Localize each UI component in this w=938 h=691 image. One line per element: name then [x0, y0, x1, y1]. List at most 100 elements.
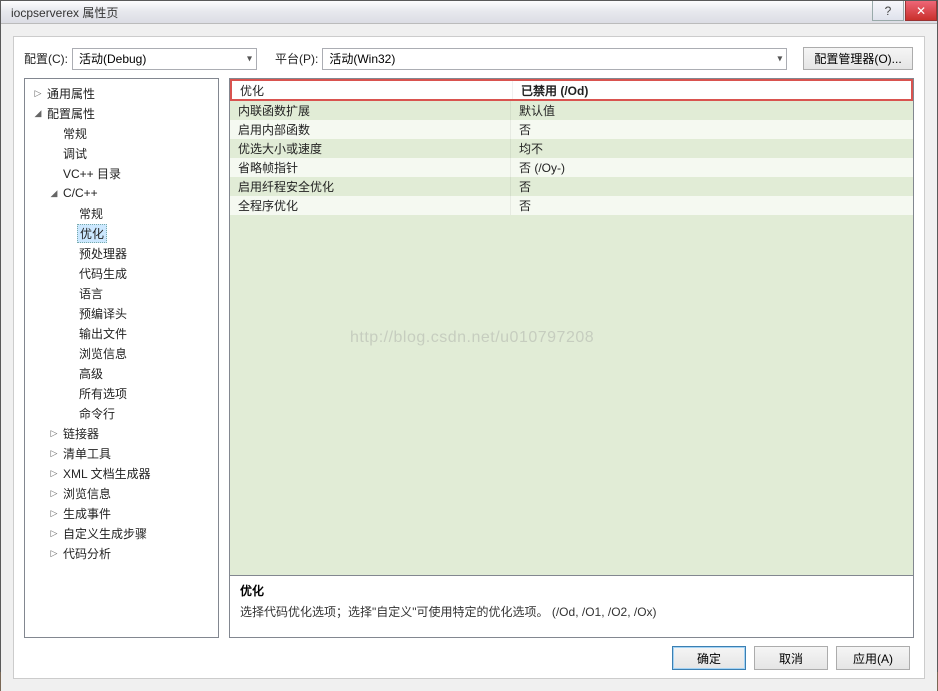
tree-item-label: 链接器: [61, 425, 101, 442]
grid-filler: [230, 215, 913, 575]
tree-item[interactable]: 高级: [27, 363, 216, 383]
tree-item-label: 语言: [77, 285, 105, 302]
tree-item[interactable]: 预编译头: [27, 303, 216, 323]
grid-row[interactable]: 省略帧指针否 (/Oy-): [230, 158, 913, 177]
help-button[interactable]: ?: [872, 1, 904, 21]
tree-arrow-icon: ▷: [47, 468, 61, 479]
tree-arrow-icon: ▷: [47, 508, 61, 519]
tree-item[interactable]: 常规: [27, 203, 216, 223]
grid-prop-name: 启用内部函数: [230, 120, 510, 139]
tree-item[interactable]: 所有选项: [27, 383, 216, 403]
grid-row[interactable]: 优化已禁用 (/Od): [230, 79, 913, 101]
description-box: 优化 选择代码优化选项；选择"自定义"可使用特定的优化选项。 (/Od, /O1…: [229, 576, 914, 638]
tree-item-label: 常规: [61, 125, 89, 142]
tree-item-label: XML 文档生成器: [61, 465, 153, 482]
tree-item-label: 浏览信息: [77, 345, 129, 362]
tree-item-label: 通用属性: [45, 85, 97, 102]
tree-arrow-icon: ▷: [47, 528, 61, 539]
grid-row[interactable]: 优选大小或速度均不: [230, 139, 913, 158]
main-area: ▷通用属性◢配置属性常规调试VC++ 目录◢C/C++常规优化预处理器代码生成语…: [24, 78, 914, 638]
grid-row[interactable]: 内联函数扩展默认值: [230, 101, 913, 120]
tree-item-label: VC++ 目录: [61, 165, 123, 182]
tree-item[interactable]: 语言: [27, 283, 216, 303]
grid-row[interactable]: 启用内部函数否: [230, 120, 913, 139]
tree-item[interactable]: 调试: [27, 143, 216, 163]
platform-combo[interactable]: 活动(Win32): [322, 48, 787, 70]
tree-item-label: 调试: [61, 145, 89, 162]
grid-prop-name: 优化: [232, 81, 512, 99]
dialog-window: iocpserverex 属性页 ? ✕ 配置(C): 活动(Debug) 平台…: [0, 0, 938, 672]
grid-prop-name: 全程序优化: [230, 196, 510, 215]
tree-item-label: 命令行: [77, 405, 117, 422]
grid-prop-value[interactable]: 否 (/Oy-): [510, 158, 913, 177]
tree-arrow-icon: ◢: [47, 188, 61, 199]
tree-item-label: 生成事件: [61, 505, 113, 522]
property-grid[interactable]: 优化已禁用 (/Od)内联函数扩展默认值启用内部函数否优选大小或速度均不省略帧指…: [229, 78, 914, 576]
tree-item-label: 代码分析: [61, 545, 113, 562]
tree-item[interactable]: ▷浏览信息: [27, 483, 216, 503]
config-manager-button[interactable]: 配置管理器(O)...: [803, 47, 912, 70]
grid-prop-value[interactable]: 均不: [510, 139, 913, 158]
description-title: 优化: [240, 582, 903, 599]
grid-prop-value[interactable]: 已禁用 (/Od): [512, 81, 911, 99]
tree-arrow-icon: ▷: [31, 88, 45, 99]
grid-row[interactable]: 全程序优化否: [230, 196, 913, 215]
tree-item[interactable]: ▷生成事件: [27, 503, 216, 523]
apply-button[interactable]: 应用(A): [836, 646, 910, 670]
tree-item-label: 高级: [77, 365, 105, 382]
tree-item[interactable]: ▷XML 文档生成器: [27, 463, 216, 483]
tree-item[interactable]: ▷链接器: [27, 423, 216, 443]
close-button[interactable]: ✕: [905, 1, 937, 21]
tree-item[interactable]: ▷清单工具: [27, 443, 216, 463]
tree-item[interactable]: ▷自定义生成步骤: [27, 523, 216, 543]
tree-item[interactable]: 优化: [27, 223, 216, 243]
tree-item-label: 常规: [77, 205, 105, 222]
tree-item-label: 浏览信息: [61, 485, 113, 502]
tree-item[interactable]: ◢配置属性: [27, 103, 216, 123]
tree-item-label: 预处理器: [77, 245, 129, 262]
tree-item[interactable]: ◢C/C++: [27, 183, 216, 203]
button-row: 确定 取消 应用(A): [24, 638, 914, 670]
grid-prop-name: 优选大小或速度: [230, 139, 510, 158]
tree-item[interactable]: ▷代码分析: [27, 543, 216, 563]
tree-item[interactable]: 预处理器: [27, 243, 216, 263]
tree-item[interactable]: 代码生成: [27, 263, 216, 283]
grid-prop-name: 内联函数扩展: [230, 101, 510, 120]
tree-arrow-icon: ▷: [47, 428, 61, 439]
tree-item[interactable]: 常规: [27, 123, 216, 143]
config-row: 配置(C): 活动(Debug) 平台(P): 活动(Win32) 配置管理器(…: [24, 47, 914, 70]
tree-item-label: 优化: [77, 224, 107, 243]
config-label: 配置(C):: [24, 50, 68, 67]
platform-label: 平台(P):: [275, 50, 318, 67]
grid-row[interactable]: 启用纤程安全优化否: [230, 177, 913, 196]
tree-item-label: 自定义生成步骤: [61, 525, 149, 542]
grid-prop-name: 启用纤程安全优化: [230, 177, 510, 196]
tree-item[interactable]: VC++ 目录: [27, 163, 216, 183]
tree-item-label: 所有选项: [77, 385, 129, 402]
dialog-body: 配置(C): 活动(Debug) 平台(P): 活动(Win32) 配置管理器(…: [1, 24, 937, 691]
tree-item-label: 配置属性: [45, 105, 97, 122]
tree-item[interactable]: 命令行: [27, 403, 216, 423]
tree-item-label: 代码生成: [77, 265, 129, 282]
tree-item-label: 预编译头: [77, 305, 129, 322]
config-combo[interactable]: 活动(Debug): [72, 48, 257, 70]
cancel-button[interactable]: 取消: [754, 646, 828, 670]
ok-button[interactable]: 确定: [672, 646, 746, 670]
grid-prop-value[interactable]: 否: [510, 177, 913, 196]
tree-item[interactable]: 输出文件: [27, 323, 216, 343]
tree-item[interactable]: 浏览信息: [27, 343, 216, 363]
tree-item-label: 清单工具: [61, 445, 113, 462]
description-text: 选择代码优化选项；选择"自定义"可使用特定的优化选项。 (/Od, /O1, /…: [240, 603, 903, 620]
tree-arrow-icon: ◢: [31, 108, 45, 119]
right-pane: 优化已禁用 (/Od)内联函数扩展默认值启用内部函数否优选大小或速度均不省略帧指…: [229, 78, 914, 638]
tree-item[interactable]: ▷通用属性: [27, 83, 216, 103]
grid-prop-value[interactable]: 否: [510, 120, 913, 139]
grid-prop-value[interactable]: 默认值: [510, 101, 913, 120]
window-title: iocpserverex 属性页: [11, 4, 872, 21]
grid-prop-value[interactable]: 否: [510, 196, 913, 215]
tree-arrow-icon: ▷: [47, 548, 61, 559]
dialog-inner: 配置(C): 活动(Debug) 平台(P): 活动(Win32) 配置管理器(…: [13, 36, 925, 679]
tree-item-label: C/C++: [61, 186, 100, 200]
nav-tree[interactable]: ▷通用属性◢配置属性常规调试VC++ 目录◢C/C++常规优化预处理器代码生成语…: [24, 78, 219, 638]
tree-item-label: 输出文件: [77, 325, 129, 342]
